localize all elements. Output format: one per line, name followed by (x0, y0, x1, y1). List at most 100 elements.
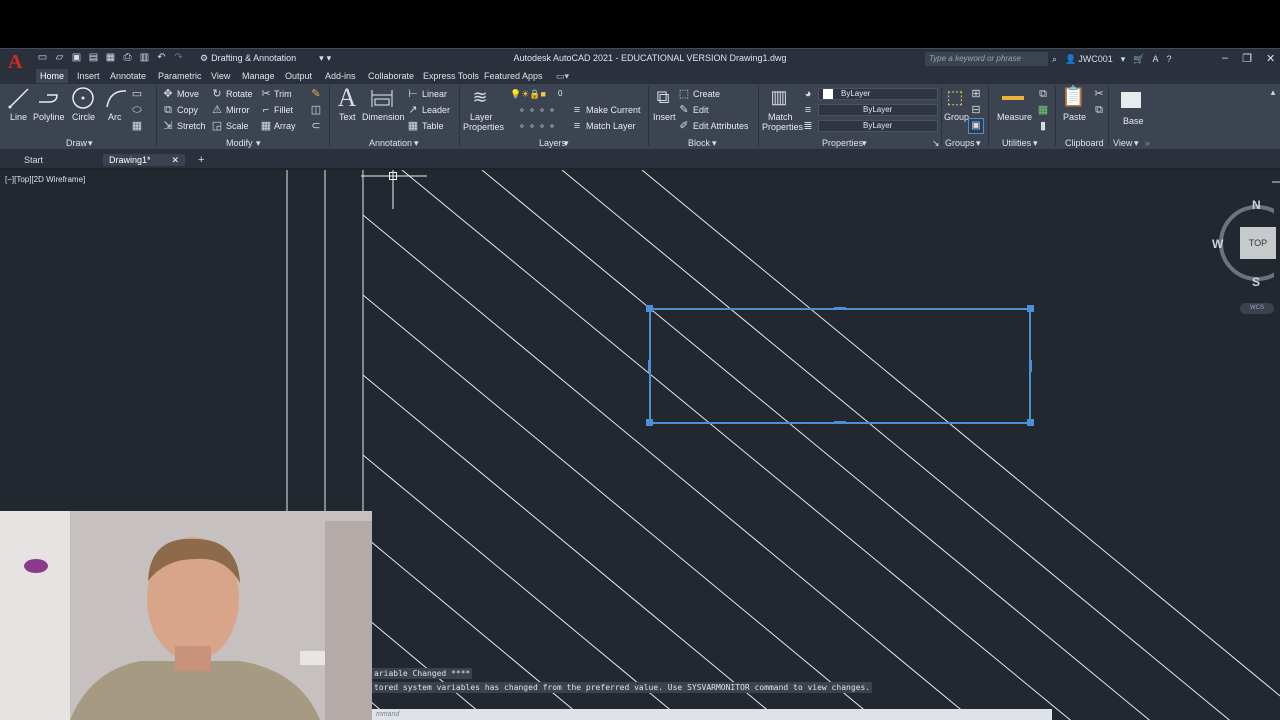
scale-tool-label[interactable]: Scale (226, 121, 249, 131)
ribbon-minimize-icon[interactable]: ▴ (1268, 86, 1278, 98)
text-tool-label[interactable]: Text (339, 112, 356, 122)
match-layer-label[interactable]: Match Layer (586, 121, 636, 131)
midpoint-grip[interactable] (648, 360, 651, 372)
copy-clip-icon[interactable]: ⧉ (1093, 104, 1105, 116)
trim-icon[interactable]: ✂ (260, 88, 272, 100)
make-current-label[interactable]: Make Current (586, 105, 641, 115)
stretch-tool-label[interactable]: Stretch (177, 121, 206, 131)
modify-panel-title[interactable]: Modify (226, 138, 253, 148)
copy-icon[interactable]: ⧉ (162, 104, 174, 116)
tab-express-tools[interactable]: Express Tools (419, 69, 483, 83)
group-label[interactable]: Group (944, 112, 969, 122)
lineweight-dropdown[interactable]: ByLayer (818, 120, 938, 132)
utilities-panel-title[interactable]: Utilities (1002, 138, 1031, 148)
match-properties-label-2[interactable]: Properties (762, 122, 803, 132)
midpoint-grip[interactable] (834, 421, 846, 424)
insert-block-icon[interactable]: ⧉ (652, 86, 674, 108)
text-icon[interactable]: A (335, 84, 359, 112)
table-icon[interactable]: ▦ (407, 120, 419, 132)
tab-featured-apps[interactable]: Featured Apps (480, 69, 547, 83)
tab-annotate[interactable]: Annotate (106, 69, 150, 83)
match-properties-icon[interactable]: ▥ (767, 86, 791, 108)
hatch-icon[interactable]: ⬭ (130, 104, 144, 116)
tab-overflow-icon[interactable]: ▭▾ (552, 69, 573, 83)
cut-icon[interactable]: ✂ (1093, 88, 1105, 100)
mirror-icon[interactable]: ⚠ (211, 104, 223, 116)
scale-icon[interactable]: ◲ (211, 120, 223, 132)
rectangle-icon[interactable]: ▭ (130, 88, 144, 100)
polyline-icon[interactable] (37, 88, 61, 108)
midpoint-grip[interactable] (834, 307, 846, 310)
group-edit-icon[interactable]: ⊟ (970, 104, 982, 116)
table-tool-label[interactable]: Table (422, 121, 444, 131)
midpoint-grip[interactable] (1029, 360, 1032, 372)
groups-panel-title[interactable]: Groups (945, 138, 975, 148)
insert-label[interactable]: Insert (653, 112, 676, 122)
rotate-icon[interactable]: ↻ (211, 88, 223, 100)
grip[interactable] (1027, 305, 1034, 312)
chevron-down-icon[interactable]: ▾ (256, 138, 261, 148)
chevron-down-icon[interactable]: ▾ (564, 138, 569, 148)
match-layer-icon[interactable]: ≡ (571, 120, 583, 132)
polyline-tool-label[interactable]: Polyline (33, 112, 65, 122)
autodesk-a360-icon[interactable]: A (1153, 54, 1159, 64)
offset-icon[interactable]: ⊂ (310, 120, 322, 132)
layer-properties-label-2[interactable]: Properties (463, 122, 504, 132)
linetype-dropdown[interactable]: ByLayer (818, 104, 938, 116)
chevron-down-icon[interactable]: ▾ (414, 138, 419, 148)
close-icon[interactable]: ✕ (1266, 52, 1275, 65)
properties-launcher-icon[interactable]: ↘ (932, 138, 940, 148)
minimize-icon[interactable]: – (1222, 52, 1228, 65)
grip[interactable] (646, 305, 653, 312)
new-tab-button[interactable]: + (192, 154, 210, 166)
tab-manage[interactable]: Manage (238, 69, 279, 83)
trim-tool-label[interactable]: Trim (274, 89, 292, 99)
stretch-icon[interactable]: ⇲ (162, 120, 174, 132)
ungroup-icon[interactable]: ⊞ (970, 88, 982, 100)
group-icon[interactable]: ⬚ (944, 86, 966, 108)
ribbon-overflow-icon[interactable]: » (1145, 138, 1150, 148)
move-icon[interactable]: ✥ (162, 88, 174, 100)
clipboard-panel-title[interactable]: Clipboard (1065, 138, 1104, 148)
tab-view[interactable]: View (207, 69, 234, 83)
chevron-down-icon[interactable]: ▾ (1134, 138, 1139, 148)
erase-icon[interactable]: ✎ (310, 88, 322, 100)
viewcube-west[interactable]: W (1212, 237, 1223, 251)
view-panel-title[interactable]: View (1113, 138, 1132, 148)
measure-label[interactable]: Measure (997, 112, 1032, 122)
layer-tools-row1-icon[interactable]: ⚬ ⚬ ⚬ ⚬ (507, 104, 567, 116)
tab-output[interactable]: Output (281, 69, 316, 83)
viewcube-top-face[interactable]: TOP (1240, 227, 1276, 259)
tab-add-ins[interactable]: Add-ins (321, 69, 360, 83)
leader-icon[interactable]: ↗ (407, 104, 419, 116)
copy-tool-label[interactable]: Copy (177, 105, 198, 115)
color-dropdown[interactable]: ByLayer (818, 88, 938, 100)
paste-icon[interactable]: 📋 (1061, 86, 1086, 108)
chevron-down-icon[interactable]: ▾ (862, 138, 867, 148)
match-properties-label-1[interactable]: Match (768, 112, 793, 122)
leader-tool-label[interactable]: Leader (422, 105, 450, 115)
chevron-down-icon[interactable]: ▾ (976, 138, 981, 148)
command-input[interactable]: mmand (372, 709, 1052, 720)
fillet-tool-label[interactable]: Fillet (274, 105, 293, 115)
create-block-label[interactable]: Create (693, 89, 720, 99)
help-icon[interactable]: ? (1167, 54, 1172, 64)
tab-parametric[interactable]: Parametric (154, 69, 206, 83)
fillet-icon[interactable]: ⌐ (260, 104, 272, 116)
tab-start[interactable]: Start (18, 154, 49, 166)
block-panel-title[interactable]: Block (688, 138, 710, 148)
edit-attributes-icon[interactable]: ✐ (678, 120, 690, 132)
properties-panel-title[interactable]: Properties (822, 138, 863, 148)
line-icon[interactable] (8, 87, 30, 109)
dimension-icon[interactable] (369, 87, 395, 109)
chevron-down-icon[interactable]: ▾ (1033, 138, 1038, 148)
circle-tool-label[interactable]: Circle (72, 112, 95, 122)
boundary-icon[interactable]: ▦ (130, 120, 144, 132)
rotate-tool-label[interactable]: Rotate (226, 89, 253, 99)
array-tool-label[interactable]: Array (274, 121, 296, 131)
viewcube-south[interactable]: S (1252, 275, 1260, 289)
edit-attributes-label[interactable]: Edit Attributes (693, 121, 749, 131)
grip[interactable] (1027, 419, 1034, 426)
make-current-icon[interactable]: ≡ (571, 104, 583, 116)
edit-block-label[interactable]: Edit (693, 105, 709, 115)
